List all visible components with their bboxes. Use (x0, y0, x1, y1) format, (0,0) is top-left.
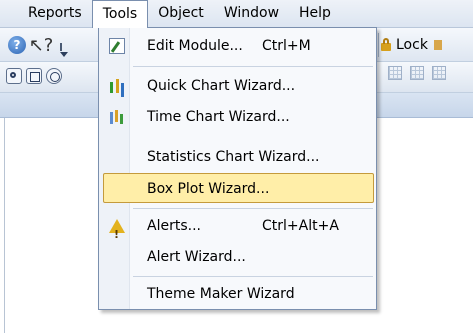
grid-align-icon[interactable] (410, 66, 424, 80)
time-chart-icon (109, 109, 125, 125)
menu-item-label: Alerts... (147, 218, 201, 234)
edit-module-icon (109, 38, 125, 54)
menu-item-label: Time Chart Wizard... (147, 109, 290, 125)
frame-icon[interactable] (26, 68, 42, 84)
menu-item-label: Quick Chart Wizard... (147, 78, 296, 94)
lock-button[interactable]: Lock (380, 30, 442, 60)
menu-item-shortcut: Ctrl+M (262, 38, 311, 54)
menu-item-label: Theme Maker Wizard (147, 286, 295, 302)
quick-chart-icon (109, 78, 125, 94)
grid-tools (388, 66, 446, 80)
menu-item-quick-chart-wizard[interactable]: Quick Chart Wizard... (103, 71, 374, 101)
menu-item-time-chart-wizard[interactable]: Time Chart Wizard... (103, 102, 374, 132)
grid-snap-icon[interactable] (432, 66, 446, 80)
zoom-icon[interactable] (6, 68, 22, 84)
alert-icon (109, 218, 125, 250)
lock-label: Lock (396, 37, 428, 53)
toolbar-separator (378, 33, 379, 57)
menu-item-theme-maker-wizard[interactable]: Theme Maker Wizard (103, 279, 374, 309)
menu-tools[interactable]: Tools (91, 0, 149, 28)
menu-object[interactable]: Object (148, 0, 214, 27)
menu-window[interactable]: Window (214, 0, 289, 27)
menu-separator (133, 208, 373, 209)
menu-item-label: Alert Wizard... (147, 249, 246, 265)
menu-item-alert-wizard[interactable]: Alert Wizard... (103, 242, 374, 272)
face-icon[interactable] (46, 68, 62, 84)
whats-this-icon[interactable]: ↖? (29, 34, 54, 56)
menu-help[interactable]: Help (289, 0, 341, 27)
toolbar-overflow-icon[interactable] (60, 52, 68, 58)
help-icon[interactable]: ? (8, 36, 26, 54)
menu-item-label: Statistics Chart Wizard... (147, 149, 320, 165)
menu-item-alerts[interactable]: Alerts... Ctrl+Alt+A (103, 211, 374, 250)
menu-item-edit-module[interactable]: Edit Module... Ctrl+M (103, 31, 374, 61)
toolbar-extra-icon[interactable] (433, 40, 442, 50)
lock-icon (380, 38, 392, 52)
menu-item-shortcut: Ctrl+Alt+A (262, 218, 339, 234)
menu-item-box-plot-wizard[interactable]: Box Plot Wizard... (103, 173, 374, 203)
menu-item-statistics-chart-wizard[interactable]: Statistics Chart Wizard... (103, 142, 374, 172)
menu-bar: Reports Tools Object Window Help (0, 0, 473, 28)
grid-icon[interactable] (388, 66, 402, 80)
menu-separator (133, 276, 373, 277)
tools-menu: Edit Module... Ctrl+M Quick Chart Wizard… (98, 27, 377, 310)
menu-separator (133, 66, 373, 67)
menu-item-label: Box Plot Wizard... (147, 181, 270, 197)
menu-item-label: Edit Module... (147, 38, 243, 54)
menu-reports[interactable]: Reports (0, 0, 92, 27)
